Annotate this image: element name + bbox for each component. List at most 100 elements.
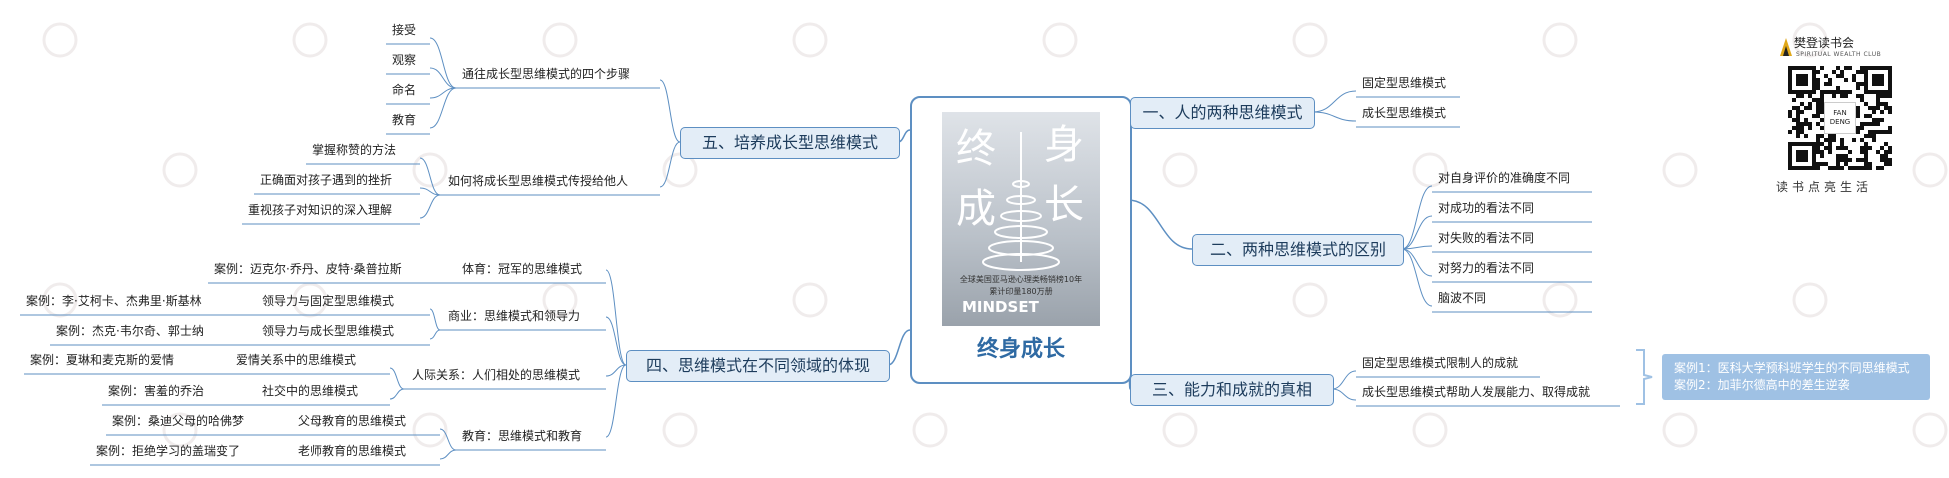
qr-module: [1828, 150, 1832, 154]
b5-step-accept[interactable]: 接受: [392, 23, 416, 37]
qr-module: [1792, 142, 1796, 146]
qr-module: [1816, 110, 1820, 114]
qr-module: [1792, 90, 1796, 94]
b4-sub-business[interactable]: 商业：思维模式和领导力: [448, 309, 580, 323]
branch-5-node[interactable]: 五、培养成长型思维模式: [680, 127, 900, 159]
b4-sub-relations[interactable]: 人际关系：人们相处的思维模式: [412, 368, 580, 382]
qr-module: [1880, 82, 1884, 86]
b4-business-growth[interactable]: 领导力与成长型思维模式: [262, 324, 394, 338]
qr-module: [1840, 146, 1844, 150]
b4-edu-parents-case[interactable]: 案例：桑迪父母的哈佛梦: [112, 414, 244, 428]
qr-module: [1800, 130, 1804, 134]
qr-module: [1804, 134, 1808, 138]
b4-case-sports[interactable]: 案例：迈克尔·乔丹、皮特·桑普拉斯: [214, 262, 402, 276]
branch-3-node[interactable]: 三、能力和成就的真相: [1130, 374, 1334, 406]
qr-module: [1824, 90, 1828, 94]
qr-module: [1824, 138, 1828, 142]
qr-module: [1864, 166, 1868, 170]
qr-module: [1808, 122, 1812, 126]
qr-module: [1872, 82, 1876, 86]
qr-module: [1808, 94, 1812, 98]
qr-module: [1856, 166, 1860, 170]
b3-item-1[interactable]: 固定型思维模式限制人的成就: [1362, 356, 1518, 370]
qr-module: [1860, 166, 1864, 170]
b4-sub-education[interactable]: 教育：思维模式和教育: [462, 429, 582, 443]
b5-sub-teach[interactable]: 如何将成长型思维模式传授给他人: [448, 174, 628, 188]
branch-2-node[interactable]: 二、两种思维模式的区别: [1192, 234, 1404, 266]
qr-module: [1880, 78, 1884, 82]
qr-module: [1816, 150, 1820, 154]
b5-step-name[interactable]: 命名: [392, 83, 416, 97]
qr-module: [1808, 166, 1812, 170]
b4-relations-social[interactable]: 社交中的思维模式: [262, 384, 358, 398]
qr-module: [1788, 110, 1792, 114]
qr-module: [1880, 90, 1884, 94]
qr-module: [1872, 122, 1876, 126]
qr-module: [1812, 162, 1816, 166]
qr-module: [1796, 106, 1800, 110]
b2-item-2[interactable]: 对成功的看法不同: [1438, 201, 1534, 215]
b5-teach-praise[interactable]: 掌握称赞的方法: [312, 143, 396, 157]
book-cover: 终 身 成 长 全球美国亚马逊心理类畅销榜10年 累计印量180万册 MINDS…: [942, 112, 1100, 326]
qr-module: [1864, 102, 1868, 106]
b2-item-1[interactable]: 对自身评价的准确度不同: [1438, 171, 1570, 185]
qr-module: [1812, 142, 1816, 146]
b4-relations-social-case[interactable]: 案例：害羞的乔治: [108, 384, 204, 398]
qr-module: [1800, 78, 1804, 82]
b2-item-5[interactable]: 脑波不同: [1438, 291, 1486, 305]
qr-module: [1812, 74, 1816, 78]
qr-module: [1860, 82, 1864, 86]
b5-step-observe[interactable]: 观察: [392, 53, 416, 67]
qr-module: [1832, 166, 1836, 170]
qr-module: [1796, 154, 1800, 158]
qr-module: [1812, 86, 1816, 90]
qr-module: [1804, 74, 1808, 78]
b4-edu-parents[interactable]: 父母教育的思维模式: [298, 414, 406, 428]
connector-b5-teach: [659, 141, 681, 188]
qr-module: [1824, 146, 1828, 150]
qr-module: [1788, 150, 1792, 154]
b2-item-4[interactable]: 对努力的看法不同: [1438, 261, 1534, 275]
qr-module: [1864, 86, 1868, 90]
b5-sub-steps[interactable]: 通往成长型思维模式的四个步骤: [462, 67, 630, 81]
b4-business-fixed[interactable]: 领导力与固定型思维模式: [262, 294, 394, 308]
qr-module: [1876, 78, 1880, 82]
qr-module: [1792, 106, 1796, 110]
b4-relations-love[interactable]: 爱情关系中的思维模式: [236, 353, 356, 367]
qr-module: [1848, 158, 1852, 162]
b4-sub-sports[interactable]: 体育：冠军的思维模式: [462, 262, 582, 276]
center-node[interactable]: 终 身 成 长 全球美国亚马逊心理类畅销榜10年 累计印量180万册 MINDS…: [910, 96, 1132, 384]
qr-module: [1868, 134, 1872, 138]
qr-module: [1796, 90, 1800, 94]
qr-code[interactable]: FAN DENG: [1788, 66, 1892, 170]
branch-1-node[interactable]: 一、人的两种思维模式: [1130, 97, 1315, 129]
qr-module: [1860, 98, 1864, 102]
b3-item-2[interactable]: 成长型思维模式帮助人发展能力、取得成就: [1362, 385, 1590, 399]
b4-edu-teacher[interactable]: 老师教育的思维模式: [298, 444, 406, 458]
qr-module: [1788, 158, 1792, 162]
b2-item-3[interactable]: 对失败的看法不同: [1438, 231, 1534, 245]
qr-module: [1864, 162, 1868, 166]
b4-business-growth-case[interactable]: 案例：杰克·韦尔奇、郭士纳: [56, 324, 204, 338]
b4-business-fixed-case[interactable]: 案例：李·艾柯卡、杰弗里·斯基林: [26, 294, 202, 308]
b5-teach-setbacks[interactable]: 正确面对孩子遇到的挫折: [260, 173, 392, 187]
qr-module: [1868, 114, 1872, 118]
b5-step-educate[interactable]: 教育: [392, 113, 416, 127]
b4-relations-love-case[interactable]: 案例：夏琳和麦克斯的爱情: [30, 353, 174, 367]
qr-module: [1800, 150, 1804, 154]
qr-module: [1800, 82, 1804, 86]
connector-b5-steps: [659, 79, 681, 143]
b1-item-fixed[interactable]: 固定型思维模式: [1362, 76, 1446, 90]
qr-module: [1856, 82, 1860, 86]
b5-teach-knowledge[interactable]: 重视孩子对知识的深入理解: [248, 203, 392, 217]
qr-module: [1864, 158, 1868, 162]
qr-module: [1888, 162, 1892, 166]
cover-char-4: 长: [1044, 182, 1084, 228]
branch-4-node[interactable]: 四、思维模式在不同领域的体现: [626, 350, 890, 382]
qr-module: [1864, 66, 1868, 70]
b1-item-growth[interactable]: 成长型思维模式: [1362, 106, 1446, 120]
qr-module: [1828, 78, 1832, 82]
qr-module: [1888, 146, 1892, 150]
qr-module: [1820, 150, 1824, 154]
b4-edu-teacher-case[interactable]: 案例：拒绝学习的盖瑞变了: [96, 444, 240, 458]
